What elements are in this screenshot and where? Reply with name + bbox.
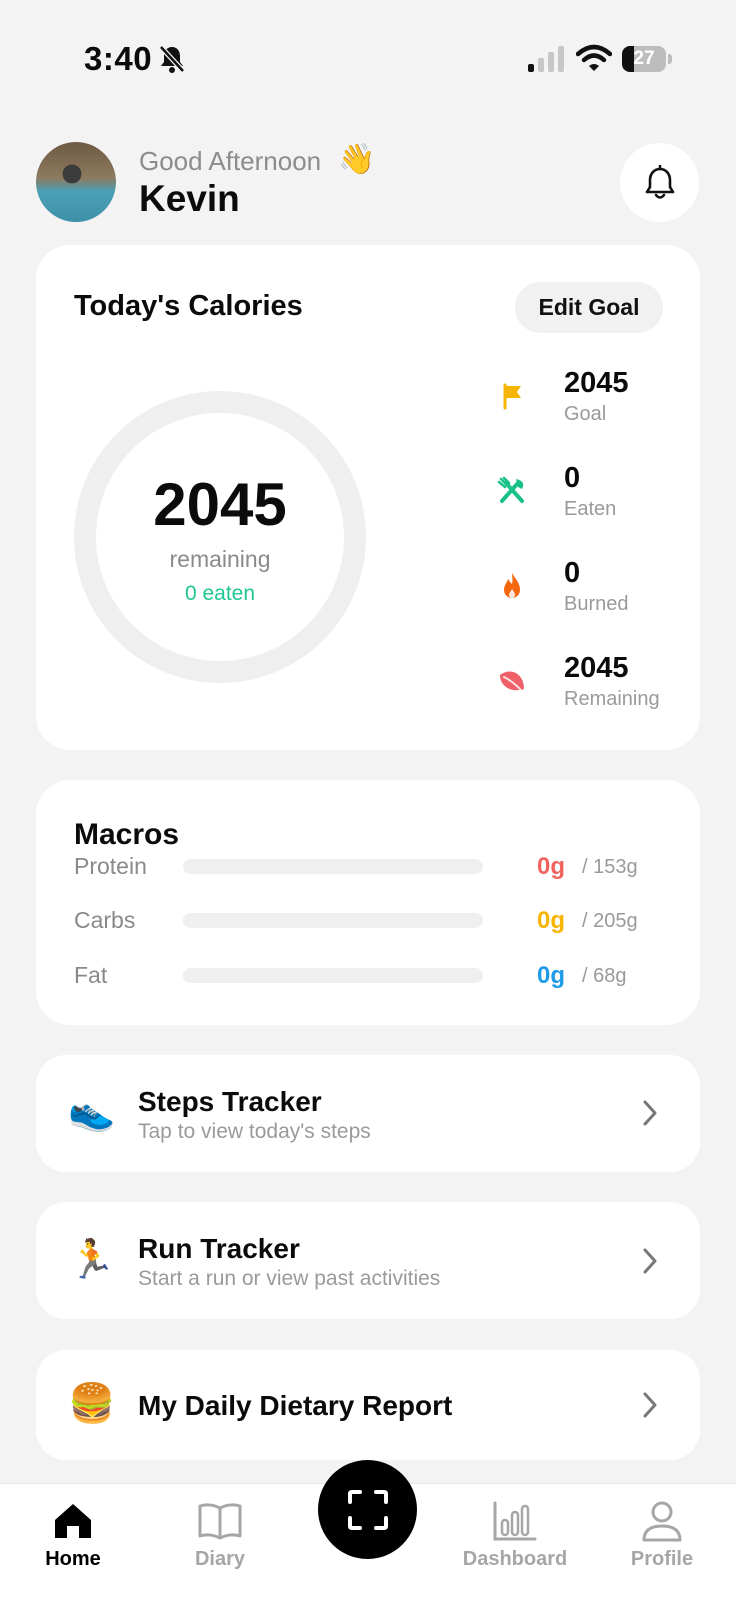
wave-emoji: 👋 bbox=[338, 143, 376, 176]
calories-title: Today's Calories bbox=[74, 290, 303, 322]
stat-goal-label: Goal bbox=[564, 403, 607, 425]
scan-button[interactable] bbox=[318, 1460, 417, 1559]
bell-icon bbox=[645, 164, 674, 199]
runner-icon: 🏃 bbox=[68, 1239, 116, 1281]
run-tracker-card[interactable] bbox=[36, 1202, 700, 1319]
macro-protein-value: 0g bbox=[537, 853, 566, 880]
stat-remaining-value: 2045 bbox=[564, 652, 629, 684]
macro-protein-target: / 153g bbox=[582, 856, 638, 878]
chevron-right-icon bbox=[643, 1100, 657, 1126]
macro-fat-label: Fat bbox=[74, 962, 108, 988]
flame-icon bbox=[503, 572, 520, 598]
calories-remaining-label: remaining bbox=[169, 546, 271, 572]
macro-protein-bar bbox=[183, 859, 483, 874]
stat-goal-value: 2045 bbox=[564, 367, 629, 399]
calories-eaten-text: 0 eaten bbox=[184, 582, 256, 605]
bell-off-icon bbox=[158, 44, 186, 74]
book-icon bbox=[198, 1503, 242, 1540]
steps-tracker-subtitle: Tap to view today's steps bbox=[138, 1120, 371, 1143]
signal-icon bbox=[528, 46, 564, 72]
flag-icon bbox=[503, 383, 521, 409]
sneaker-icon: 👟 bbox=[68, 1091, 116, 1133]
nav-dashboard-label: Dashboard bbox=[462, 1548, 568, 1570]
nav-diary[interactable]: Diary bbox=[155, 1500, 285, 1571]
greeting-text: Good Afternoon bbox=[139, 146, 322, 176]
macro-protein-label: Protein bbox=[74, 853, 147, 879]
edit-goal-button[interactable]: Edit Goal bbox=[515, 282, 663, 333]
utensils-icon bbox=[497, 476, 524, 503]
macro-carbs-value: 0g bbox=[537, 907, 566, 934]
steps-tracker-card[interactable] bbox=[36, 1055, 700, 1172]
stat-eaten-label: Eaten bbox=[564, 498, 617, 520]
stat-goal-icon-box bbox=[479, 363, 544, 428]
macro-fat-bar bbox=[183, 968, 483, 983]
run-tracker-title: Run Tracker bbox=[138, 1233, 300, 1264]
username: Kevin bbox=[139, 178, 240, 219]
stat-burned-value: 0 bbox=[564, 557, 581, 589]
macro-fat-target: / 68g bbox=[582, 965, 627, 987]
macro-carbs-target: / 205g bbox=[582, 910, 638, 932]
chevron-right-icon bbox=[643, 1392, 657, 1418]
macro-carbs-label: Carbs bbox=[74, 907, 136, 933]
nav-home[interactable]: Home bbox=[8, 1500, 138, 1571]
calories-remaining-value: 2045 bbox=[153, 471, 287, 538]
steps-tracker-title: Steps Tracker bbox=[138, 1086, 322, 1117]
macros-card bbox=[36, 780, 700, 1025]
stat-burned-icon-box bbox=[479, 553, 544, 618]
chevron-right-icon bbox=[643, 1248, 657, 1274]
dietary-report-title: My Daily Dietary Report bbox=[138, 1390, 453, 1421]
nav-home-label: Home bbox=[45, 1548, 101, 1570]
leaf-icon bbox=[499, 670, 524, 690]
wifi-icon bbox=[576, 44, 612, 71]
stat-remaining-icon-box bbox=[479, 648, 544, 713]
status-time: 3:40 bbox=[84, 40, 153, 77]
macros-title: Macros bbox=[74, 818, 180, 851]
stat-burned-label: Burned bbox=[564, 593, 629, 615]
nav-dashboard[interactable]: Dashboard bbox=[450, 1500, 580, 1571]
macro-fat-value: 0g bbox=[537, 962, 566, 989]
bar-chart-icon bbox=[493, 1501, 537, 1541]
run-tracker-subtitle: Start a run or view past activities bbox=[138, 1267, 441, 1290]
avatar[interactable] bbox=[36, 142, 116, 222]
notifications-button[interactable] bbox=[620, 143, 699, 222]
nav-diary-label: Diary bbox=[194, 1548, 246, 1570]
scan-icon bbox=[347, 1489, 388, 1530]
nav-profile-label: Profile bbox=[630, 1548, 694, 1570]
stat-eaten-icon-box bbox=[479, 458, 544, 523]
person-icon bbox=[642, 1501, 682, 1542]
battery-icon: 27 bbox=[622, 46, 672, 72]
burger-icon: 🍔 bbox=[68, 1383, 116, 1425]
stat-remaining-label: Remaining bbox=[564, 688, 660, 710]
home-icon bbox=[55, 1504, 91, 1538]
macro-carbs-bar bbox=[183, 913, 483, 928]
nav-profile[interactable]: Profile bbox=[597, 1500, 727, 1571]
stat-eaten-value: 0 bbox=[564, 462, 581, 494]
